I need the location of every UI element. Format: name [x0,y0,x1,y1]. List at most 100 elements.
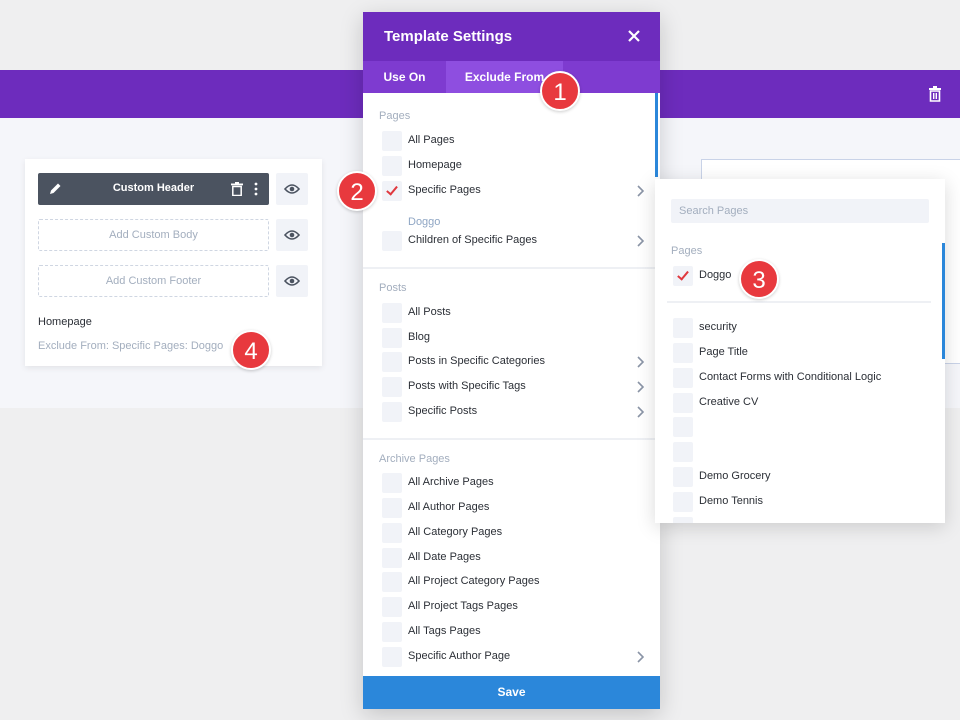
page-item[interactable]: Creative CV [673,393,923,413]
option-specific-pages[interactable]: Specific Pages [382,181,644,201]
option-all-project-category-pages[interactable]: All Project Category Pages [382,572,644,592]
callout-badge-1: 1 [540,71,580,111]
option-all-archive-pages[interactable]: All Archive Pages [382,473,644,493]
option-specific-author-page[interactable]: Specific Author Page [382,647,644,667]
checkbox[interactable] [673,467,693,487]
checkbox-checked[interactable] [673,266,693,286]
option-all-date-pages[interactable]: All Date Pages [382,548,644,568]
option-blog[interactable]: Blog [382,328,644,348]
option-homepage[interactable]: Homepage [382,156,644,176]
checkbox[interactable] [382,156,402,176]
checkbox[interactable] [673,517,693,523]
checkbox[interactable] [673,318,693,338]
scrollbar[interactable] [655,93,658,177]
checkbox[interactable] [673,343,693,363]
page-item[interactable]: Contact Forms with Conditional Logic [673,368,923,388]
search-pages-input[interactable] [671,199,929,223]
page-label: Contact Forms with Conditional Logic [699,371,882,383]
option-all-pages[interactable]: All Pages [382,131,644,151]
tab-use-on[interactable]: Use On [363,61,446,93]
chevron-right-icon[interactable] [636,381,644,393]
checkbox[interactable] [673,393,693,413]
option-children-specific-pages[interactable]: Children of Specific Pages [382,231,644,251]
checkbox[interactable] [382,473,402,493]
modal-title: Template Settings [384,28,513,45]
option-all-author-pages[interactable]: All Author Pages [382,498,644,518]
checkbox[interactable] [382,352,402,372]
header-visibility-button[interactable] [276,173,308,205]
checkbox[interactable] [382,231,402,251]
specific-pages-panel: Pages Doggo security Page Title Contact … [655,179,945,523]
add-custom-footer-button[interactable]: Add Custom Footer [38,265,269,297]
template-settings-modal: Template Settings Use On Exclude From Pa… [363,12,660,709]
checkbox[interactable] [382,328,402,348]
option-all-project-tags-pages[interactable]: All Project Tags Pages [382,597,644,617]
page-item[interactable] [673,517,923,523]
option-specific-posts[interactable]: Specific Posts [382,402,644,422]
checkbox[interactable] [382,402,402,422]
option-all-posts[interactable]: All Posts [382,303,644,323]
checkbox[interactable] [673,492,693,512]
trash-icon[interactable] [231,182,243,196]
option-all-tags-pages[interactable]: All Tags Pages [382,622,644,642]
option-label: Specific Pages [408,184,481,196]
checkbox[interactable] [382,303,402,323]
option-all-category-pages[interactable]: All Category Pages [382,523,644,543]
option-posts-in-categories[interactable]: Posts in Specific Categories [382,352,644,372]
page-item[interactable]: Demo Tennis [673,492,923,512]
chevron-right-icon[interactable] [636,185,644,197]
page-label: Page Title [699,346,748,358]
add-custom-footer-label: Add Custom Footer [105,275,202,287]
page-item[interactable] [673,417,923,437]
checkbox[interactable] [382,647,402,667]
checkbox[interactable] [673,368,693,388]
page-item-doggo[interactable]: Doggo [673,266,923,286]
chevron-right-icon[interactable] [636,406,644,418]
page-item[interactable]: Demo Grocery [673,467,923,487]
save-button[interactable]: Save [363,676,660,709]
chevron-right-icon[interactable] [636,651,644,663]
close-icon[interactable] [628,30,640,42]
option-label: All Tags Pages [408,625,481,637]
modal-tabs: Use On Exclude From [363,61,660,93]
checkbox[interactable] [673,417,693,437]
custom-header-button[interactable]: Custom Header [38,173,269,205]
page-label: security [699,321,737,333]
add-custom-body-label: Add Custom Body [109,229,198,241]
chevron-right-icon[interactable] [636,356,644,368]
checkbox[interactable] [382,548,402,568]
option-label: All Archive Pages [408,476,494,488]
section-title-archive: Archive Pages [379,453,450,465]
checkbox[interactable] [382,572,402,592]
checkbox[interactable] [382,597,402,617]
callout-badge-2: 2 [337,171,377,211]
option-label: All Pages [408,134,455,146]
section-title-pages: Pages [379,110,411,122]
page-item[interactable]: Page Title [673,343,923,363]
checkbox-checked[interactable] [382,181,402,201]
page-item[interactable] [673,442,923,462]
checkbox[interactable] [382,377,402,397]
specific-pages-selection: Doggo [408,216,441,228]
body-visibility-button[interactable] [276,219,308,251]
checkbox[interactable] [382,498,402,518]
scrollbar[interactable] [942,243,945,359]
page-item[interactable]: security [673,318,923,338]
add-custom-body-button[interactable]: Add Custom Body [38,219,269,251]
checkbox[interactable] [382,622,402,642]
checkbox[interactable] [673,442,693,462]
trash-icon[interactable] [928,86,942,102]
page-label: Demo Grocery [699,470,771,482]
option-label: Specific Author Page [408,650,511,662]
template-summary: Exclude From: Specific Pages: Doggo [38,340,224,352]
footer-visibility-button[interactable] [276,265,308,297]
option-posts-with-tags[interactable]: Posts with Specific Tags [382,377,644,397]
page-label: Doggo [699,269,732,281]
option-label: Posts with Specific Tags [408,380,526,392]
divider [363,267,660,269]
chevron-right-icon[interactable] [636,235,644,247]
more-options-icon[interactable] [253,182,259,196]
modal-header: Template Settings [363,12,660,61]
checkbox[interactable] [382,523,402,543]
checkbox[interactable] [382,131,402,151]
